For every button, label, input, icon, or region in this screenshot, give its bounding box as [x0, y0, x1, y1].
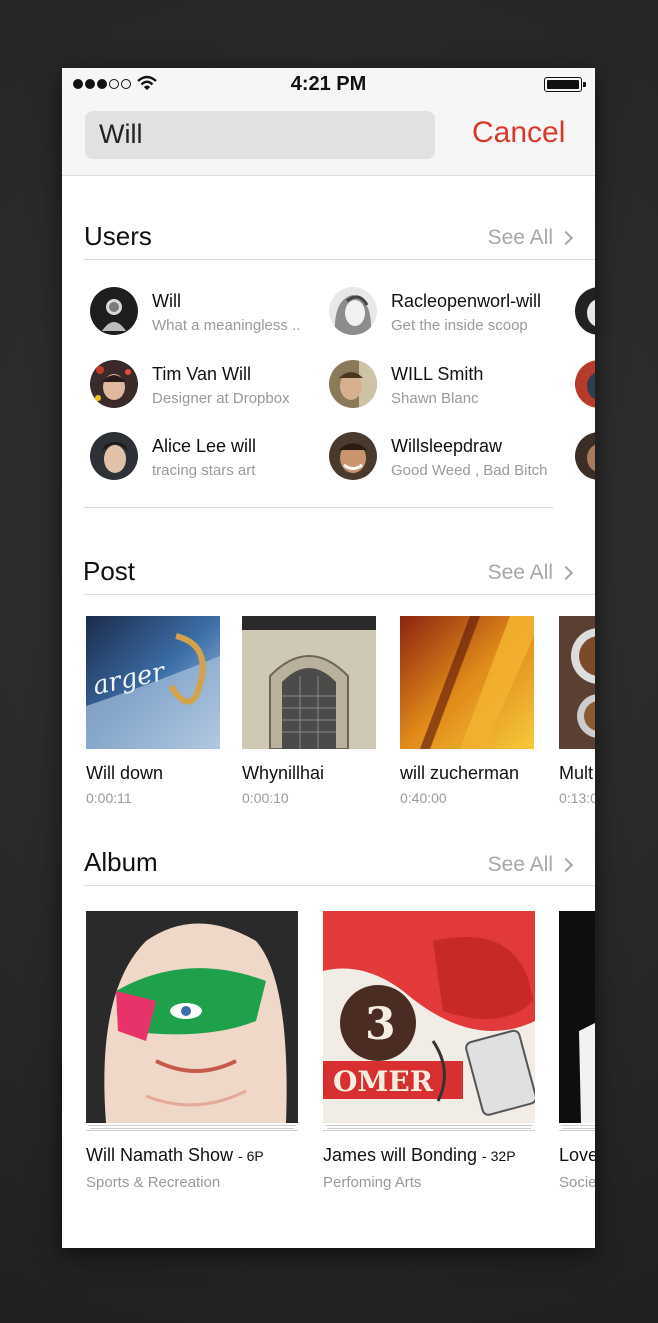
album-title-row: Love	[559, 1145, 595, 1166]
user-result[interactable]: Racleopenworl-will Get the inside scoop	[329, 287, 559, 343]
album-category: Socie	[559, 1174, 595, 1191]
album-section-title: Album	[84, 847, 158, 877]
user-bio: Shawn Blanc	[391, 390, 479, 407]
avatar[interactable]	[575, 287, 595, 335]
post-card[interactable]: arger Will down 0:00:11	[86, 616, 220, 806]
user-name: Willsleepdraw	[391, 436, 503, 456]
album-card[interactable]: 3 OMER James will Bonding - 32P Perfomin…	[323, 911, 535, 1191]
chevron-right-icon	[558, 857, 574, 873]
chevron-right-icon	[558, 230, 574, 246]
avatar[interactable]	[575, 432, 595, 480]
svg-text:OMER: OMER	[333, 1065, 434, 1098]
user-bio: Get the inside scoop	[391, 317, 528, 334]
user-name: Will	[152, 291, 181, 311]
user-result[interactable]: WILL Smith Shawn Blanc	[329, 360, 559, 416]
avatar[interactable]	[575, 360, 595, 408]
post-duration: 0:13:0	[559, 790, 595, 806]
post-duration: 0:40:00	[400, 790, 447, 806]
user-result[interactable]: Willsleepdraw Good Weed , Bad Bitch	[329, 432, 559, 488]
post-thumbnail	[242, 616, 376, 749]
user-bio: Good Weed , Bad Bitch	[391, 462, 548, 479]
divider	[84, 259, 595, 260]
album-title: Love	[559, 1145, 595, 1165]
post-card[interactable]: Whynillhai 0:00:10	[242, 616, 376, 806]
album-title: Will Namath Show	[86, 1145, 234, 1165]
post-title: Mult	[559, 763, 594, 783]
user-bio: Designer at Dropbox	[152, 390, 290, 407]
avatar	[90, 360, 138, 408]
albums-see-all-button[interactable]: See All	[487, 853, 574, 877]
album-title-row: James will Bonding - 32P	[323, 1145, 535, 1166]
album-cover	[559, 911, 595, 1123]
post-title: Will down	[86, 763, 164, 783]
see-all-label: See All	[487, 226, 553, 249]
user-bio: What a meaningless ..	[152, 317, 301, 334]
album-stack-lines	[323, 1123, 535, 1131]
user-name: WILL Smith	[391, 364, 484, 384]
album-card[interactable]: Will Namath Show - 6P Sports & Recreatio…	[86, 911, 298, 1191]
user-name: Racleopenworl-will	[391, 291, 542, 311]
users-section-title: Users	[84, 221, 152, 251]
chevron-right-icon	[558, 565, 574, 581]
post-title: will zucherman	[400, 763, 520, 783]
user-name: Tim Van Will	[152, 364, 251, 384]
post-section-title: Post	[83, 556, 136, 586]
see-all-label: See All	[487, 561, 553, 584]
post-thumbnail: arger	[86, 616, 220, 749]
cancel-button[interactable]: Cancel	[472, 116, 565, 150]
divider	[84, 885, 595, 886]
users-see-all-button[interactable]: See All	[487, 226, 574, 250]
divider	[84, 507, 554, 508]
album-card[interactable]: Love Socie	[559, 911, 595, 1191]
see-all-label: See All	[487, 853, 553, 876]
post-duration: 0:00:10	[242, 790, 289, 806]
phone-screen: 4:21 PM Will Cancel Users See All Will W…	[62, 68, 595, 1248]
user-result[interactable]: Alice Lee will tracing stars art	[90, 432, 320, 488]
avatar	[329, 432, 377, 480]
search-header: 4:21 PM Will Cancel	[62, 68, 595, 176]
posts-see-all-button[interactable]: See All	[487, 561, 574, 585]
user-name: Alice Lee will	[152, 436, 257, 456]
album-cover: 3 OMER	[323, 911, 535, 1123]
post-duration: 0:00:11	[86, 790, 132, 806]
album-category: Perfoming Arts	[323, 1174, 422, 1191]
post-thumbnail	[559, 616, 595, 749]
post-thumbnail	[400, 616, 534, 749]
album-cover	[86, 911, 298, 1123]
battery-icon	[544, 77, 586, 92]
post-card[interactable]: Mult 0:13:0	[559, 616, 595, 806]
search-input[interactable]: Will	[85, 111, 435, 159]
album-stack-lines	[559, 1123, 595, 1131]
svg-text:3: 3	[365, 999, 396, 1050]
album-stack-lines	[86, 1123, 298, 1131]
post-card[interactable]: will zucherman 0:40:00	[400, 616, 534, 806]
status-time: 4:21 PM	[290, 73, 367, 95]
avatar	[329, 287, 377, 335]
user-bio: tracing stars art	[152, 462, 256, 479]
album-count: - 6P	[238, 1148, 264, 1164]
album-title: James will Bonding	[323, 1145, 478, 1165]
avatar	[90, 432, 138, 480]
user-result[interactable]: Tim Van Will Designer at Dropbox	[90, 360, 320, 416]
album-title-row: Will Namath Show - 6P	[86, 1145, 298, 1166]
status-bar: 4:21 PM	[62, 68, 595, 100]
album-count: - 32P	[482, 1148, 516, 1164]
divider	[84, 594, 595, 595]
post-title: Whynillhai	[242, 763, 325, 783]
album-category: Sports & Recreation	[86, 1174, 221, 1191]
avatar	[329, 360, 377, 408]
user-result[interactable]: Will What a meaningless ..	[90, 287, 320, 343]
avatar	[90, 287, 138, 335]
